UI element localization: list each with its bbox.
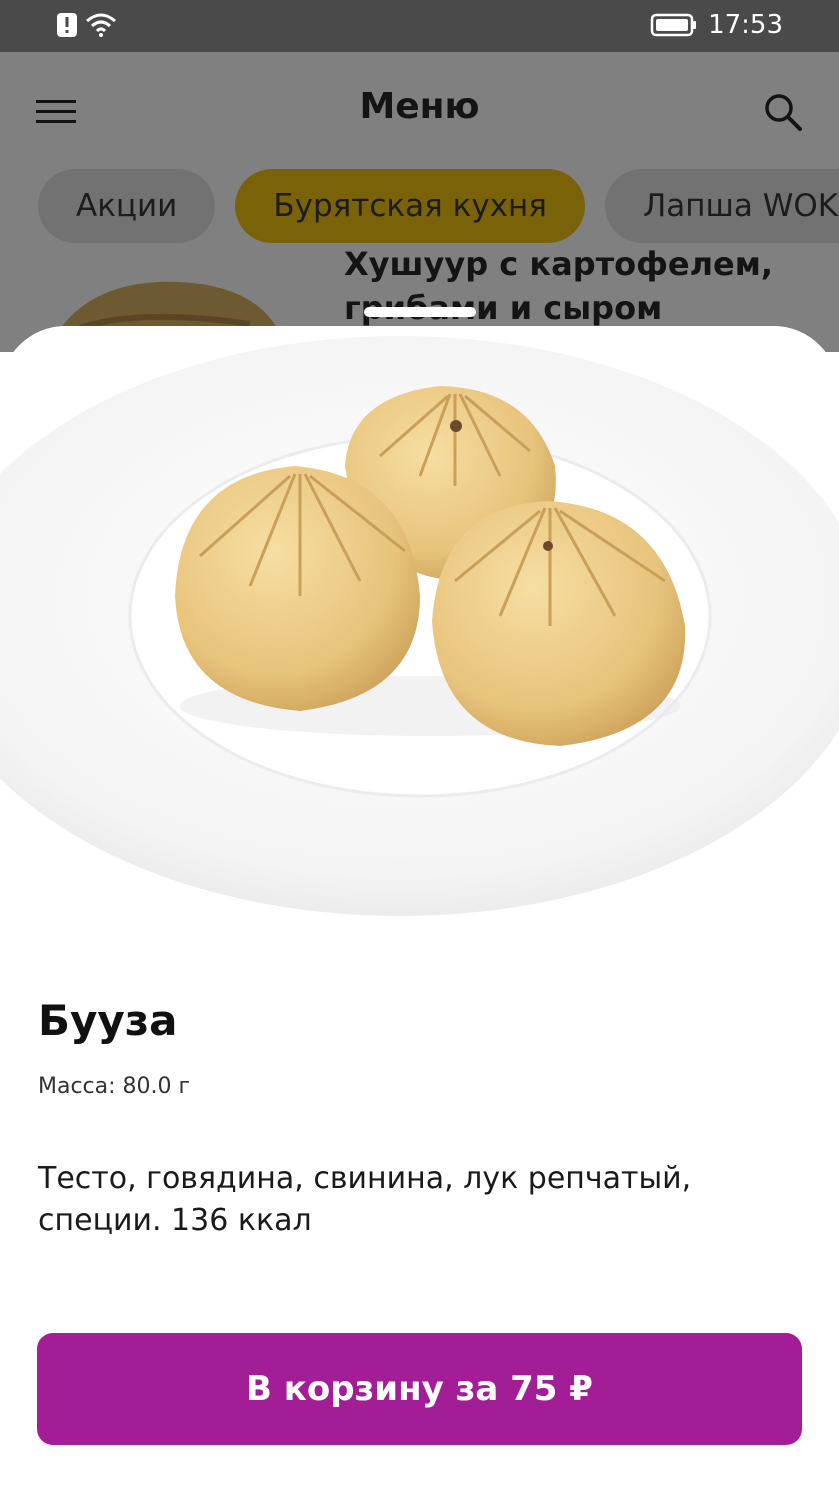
status-icons-right: 17:53 bbox=[650, 10, 783, 40]
battery-icon bbox=[650, 13, 697, 37]
product-detail-sheet: Бууза Масса: 80.0 г Тесто, говядина, сви… bbox=[0, 326, 839, 1492]
wifi-icon bbox=[86, 13, 116, 37]
tab-wok-noodles[interactable]: Лапша WOK bbox=[604, 169, 839, 243]
product-description: Тесто, говядина, свинина, лук репчатый, … bbox=[38, 1161, 692, 1238]
search-icon[interactable] bbox=[763, 92, 803, 132]
category-tabs: Акции Бурятская кухня Лапша WOK bbox=[38, 169, 839, 243]
tab-promotions[interactable]: Акции bbox=[38, 169, 216, 243]
app-bar: Меню bbox=[0, 52, 839, 168]
product-image bbox=[0, 326, 839, 956]
product-name: Бууза bbox=[38, 996, 178, 1045]
status-icons-left bbox=[56, 12, 118, 38]
page-title: Меню bbox=[359, 86, 480, 127]
product-weight: Масса: 80.0 г bbox=[38, 1074, 191, 1099]
sheet-drag-handle[interactable] bbox=[364, 307, 476, 317]
add-to-cart-button[interactable]: В корзину за 75 ₽ bbox=[37, 1333, 802, 1445]
tab-buryat-cuisine[interactable]: Бурятская кухня bbox=[235, 169, 585, 243]
status-time: 17:53 bbox=[708, 10, 783, 40]
status-bar: 17:53 bbox=[0, 0, 839, 52]
alert-icon bbox=[57, 13, 77, 37]
